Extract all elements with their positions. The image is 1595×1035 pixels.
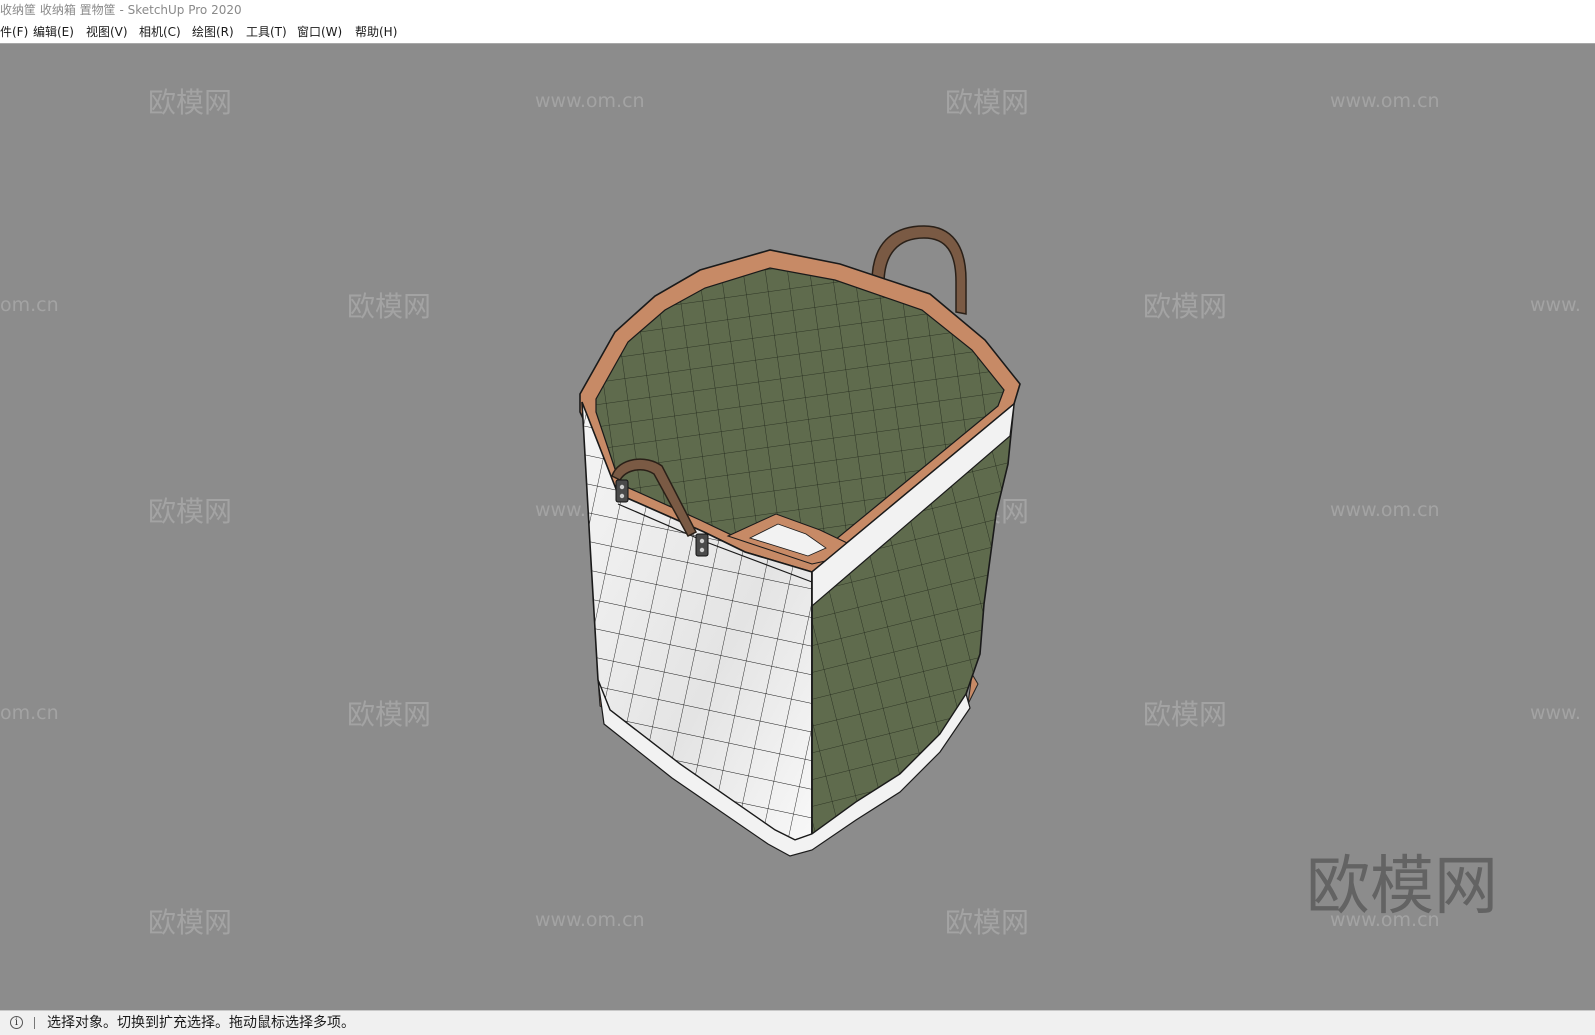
status-divider [34,1017,35,1029]
title-bar: 收纳筐 收纳箱 置物筐 - SketchUp Pro 2020 [0,0,1595,21]
watermark-brand: 欧模网 [945,906,1029,939]
watermark-brand: 欧模网 [148,495,232,528]
watermark-url: www.om.cn [535,90,645,112]
menu-help[interactable]: 帮助(H) [355,21,397,43]
watermark-brand: 欧模网 [347,290,431,323]
watermark-brand: 欧模网 [1143,698,1227,731]
watermark-url: www.om.cn [1330,499,1440,521]
watermark-url-partial: om.cn [0,294,59,316]
watermark-brand: 欧模网 [148,906,232,939]
basket-model[interactable] [579,225,1021,857]
watermark-url: www.om.cn [535,909,645,931]
status-bar: i 选择对象。切换到扩充选择。拖动鼠标选择多项。 [0,1010,1595,1035]
rivet-hole [619,484,625,490]
menu-camera[interactable]: 相机(C) [139,21,181,43]
rivet-hole [619,493,625,499]
watermark-brand: 欧模网 [945,86,1029,119]
status-text: 选择对象。切换到扩充选择。拖动鼠标选择多项。 [47,1015,355,1031]
menu-window[interactable]: 窗口(W) [297,21,342,43]
watermark-url-partial: www. [1530,702,1581,724]
viewport-canvas: 欧模网 www.om.cn 欧模网 www.om.cn om.cn 欧模网 ww… [0,86,1581,939]
menu-edit[interactable]: 编辑(E) [33,21,74,43]
watermark-url-partial: om.cn [0,702,59,724]
watermark-brand: 欧模网 [347,698,431,731]
watermark-brand: 欧模网 [1143,290,1227,323]
watermark-url-partial: www. [1530,294,1581,316]
watermark-brand: 欧模网 [148,86,232,119]
rivet-hole [699,547,705,553]
rivet-hole [699,538,705,544]
corner-watermark-brand: 欧模网 [1306,850,1498,924]
menu-view[interactable]: 视图(V) [86,21,128,43]
info-circle-icon[interactable]: i [10,1016,23,1029]
menu-bar: 件(F) 编辑(E) 视图(V) 相机(C) 绘图(R) 工具(T) 窗口(W)… [0,21,1595,44]
watermark-url: www.om.cn [1330,90,1440,112]
window-title: 收纳筐 收纳箱 置物筐 - SketchUp Pro 2020 [0,3,242,17]
model-viewport[interactable]: 欧模网 www.om.cn 欧模网 www.om.cn om.cn 欧模网 ww… [0,44,1595,1010]
handle-rivet [615,479,629,503]
menu-file[interactable]: 件(F) [0,21,28,43]
menu-draw[interactable]: 绘图(R) [192,21,234,43]
handle-rivet [695,533,709,557]
menu-tools[interactable]: 工具(T) [246,21,287,43]
